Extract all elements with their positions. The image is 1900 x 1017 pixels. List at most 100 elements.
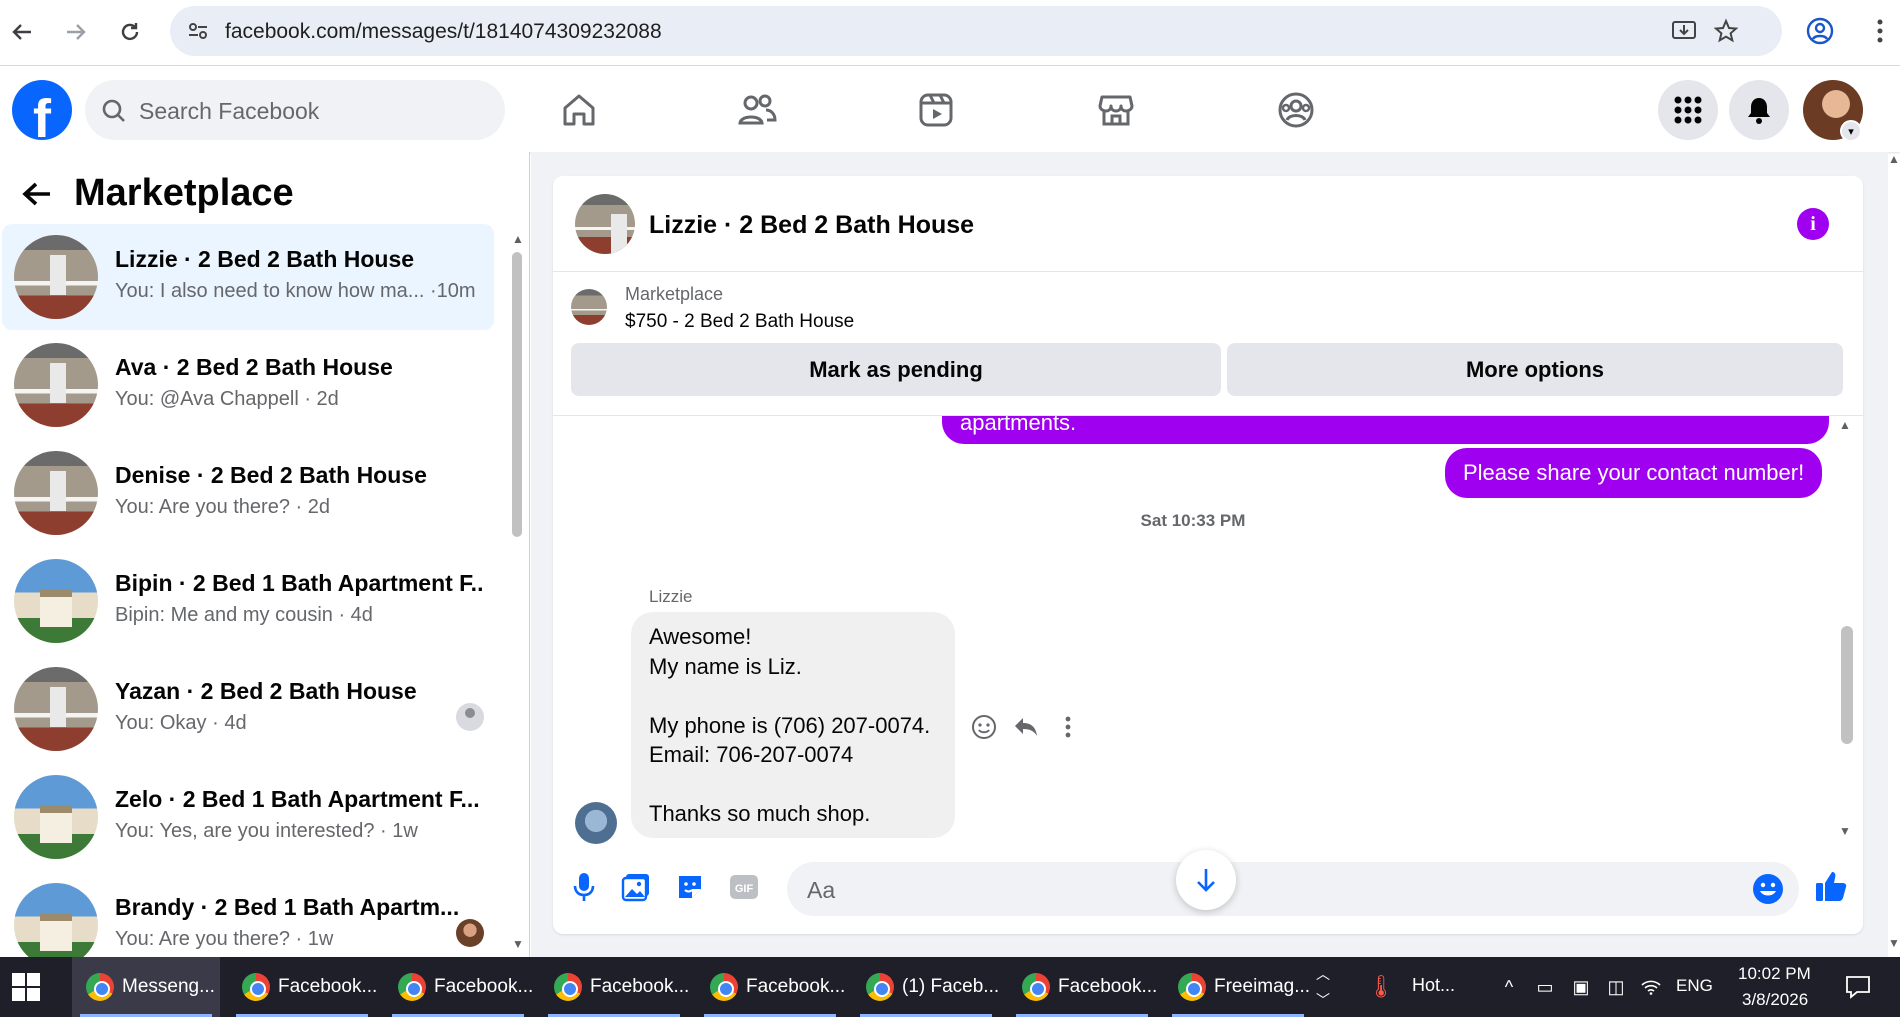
- friends-tab[interactable]: [731, 84, 783, 136]
- chrome-icon: [710, 973, 738, 1001]
- message-input[interactable]: Aa: [787, 862, 1799, 916]
- windows-start-icon[interactable]: [10, 971, 42, 1003]
- conversation-item[interactable]: Yazan · 2 Bed 2 Bath House You: Okay · 4…: [2, 656, 494, 762]
- sidebar-scrollbar[interactable]: [512, 252, 522, 537]
- conversation-snippet: You: Yes, are you interested? · 1w: [115, 820, 418, 842]
- listing-thumbnail: [14, 667, 98, 751]
- chat-title[interactable]: Lizzie · 2 Bed 2 Bath House: [649, 211, 974, 240]
- react-emoji-icon[interactable]: [969, 712, 999, 742]
- conversation-item[interactable]: Brandy · 2 Bed 1 Bath Apartm... You: Are…: [2, 872, 494, 957]
- info-icon[interactable]: i: [1797, 208, 1829, 240]
- outgoing-message[interactable]: Please share your contact number!: [1445, 448, 1823, 498]
- chrome-icon: [1022, 973, 1050, 1001]
- windows-taskbar: Messeng... Facebook... Facebook... Faceb…: [0, 957, 1900, 1017]
- marketplace-tab[interactable]: [1090, 84, 1142, 136]
- scroll-up-arrow-icon[interactable]: ▲: [512, 232, 524, 246]
- chat-avatar[interactable]: [575, 194, 635, 254]
- taskbar-app[interactable]: Facebook...: [1008, 957, 1157, 1017]
- like-thumb-icon[interactable]: [1811, 866, 1851, 906]
- chrome-icon: [866, 973, 894, 1001]
- groups-tab[interactable]: [1270, 84, 1322, 136]
- home-tab[interactable]: [553, 84, 605, 136]
- groups-icon: [1278, 92, 1314, 128]
- scroll-down-arrow-icon[interactable]: ▼: [1839, 824, 1851, 838]
- conversation-item[interactable]: Denise · 2 Bed 2 Bath House You: Are you…: [2, 440, 494, 546]
- more-actions-icon[interactable]: [1053, 712, 1083, 742]
- microphone-icon[interactable]: [567, 870, 601, 904]
- bookmark-star-icon[interactable]: [1712, 17, 1740, 45]
- incoming-message[interactable]: Awesome! My name is Liz. My phone is (70…: [631, 612, 955, 838]
- clock-date[interactable]: 3/8/2026: [1742, 990, 1808, 1010]
- photo-icon[interactable]: [619, 870, 653, 904]
- facebook-logo[interactable]: f: [12, 80, 72, 140]
- conversation-snippet: You: Are you there? · 1w: [115, 928, 334, 950]
- conversation-snippet: You: Okay · 4d: [115, 712, 247, 734]
- conversation-item[interactable]: Zelo · 2 Bed 1 Bath Apartment F... You: …: [2, 764, 494, 870]
- notification-center-icon[interactable]: [1844, 973, 1872, 1001]
- scroll-up-arrow-icon[interactable]: ▲: [1839, 418, 1851, 432]
- show-hidden-icons-icon[interactable]: ^: [1498, 976, 1520, 998]
- browser-menu-icon[interactable]: [1866, 17, 1894, 45]
- weather-text[interactable]: Hot...: [1412, 975, 1455, 996]
- language-indicator[interactable]: ENG: [1676, 976, 1713, 996]
- sticker-icon[interactable]: [673, 870, 707, 904]
- gif-icon[interactable]: GIF: [727, 870, 761, 904]
- listing-title[interactable]: $750 - 2 Bed 2 Bath House: [625, 311, 854, 333]
- outgoing-message[interactable]: apartments.: [942, 416, 1829, 444]
- back-icon[interactable]: [4, 14, 40, 50]
- reload-icon[interactable]: [112, 14, 148, 50]
- sender-avatar[interactable]: [575, 802, 617, 844]
- chrome-icon: [86, 973, 114, 1001]
- scroll-to-bottom-button[interactable]: [1176, 850, 1236, 910]
- wifi-icon[interactable]: [1640, 976, 1662, 998]
- chrome-icon: [398, 973, 426, 1001]
- more-options-button[interactable]: More options: [1227, 343, 1843, 396]
- chat-panel: Lizzie · 2 Bed 2 Bath House i Marketplac…: [553, 176, 1863, 934]
- conversation-item[interactable]: Ava · 2 Bed 2 Bath House You: @Ava Chapp…: [2, 332, 494, 438]
- mark-as-pending-button[interactable]: Mark as pending: [571, 343, 1221, 396]
- profile-icon[interactable]: [1806, 17, 1834, 45]
- install-app-icon[interactable]: [1670, 17, 1698, 45]
- camera-icon[interactable]: ▣: [1570, 976, 1592, 998]
- taskbar-app[interactable]: Freeimag...: [1164, 957, 1312, 1017]
- battery-icon[interactable]: ▭: [1534, 976, 1556, 998]
- taskbar-app[interactable]: Facebook...: [228, 957, 377, 1017]
- scroll-down-arrow-icon[interactable]: ▼: [1888, 936, 1900, 950]
- video-tab[interactable]: [910, 84, 962, 136]
- conversation-name: Lizzie · 2 Bed 2 Bath House: [115, 246, 415, 272]
- facebook-top-nav: f Search Facebook ▾: [0, 66, 1900, 152]
- forward-icon[interactable]: [58, 14, 94, 50]
- clock-time[interactable]: 10:02 PM: [1738, 964, 1811, 984]
- taskbar-app-label: Messeng...: [122, 976, 215, 997]
- conversation-item[interactable]: Lizzie · 2 Bed 2 Bath House You: I also …: [2, 224, 494, 330]
- message-timestamp: Sat 10:33 PM: [1140, 511, 1246, 530]
- taskbar-scroll-icon[interactable]: ︿: [1312, 963, 1334, 985]
- search-input[interactable]: Search Facebook: [85, 80, 505, 140]
- scroll-down-arrow-icon[interactable]: ▼: [512, 937, 524, 951]
- sender-name: Lizzie: [649, 587, 693, 606]
- chevron-down-icon[interactable]: ▾: [1840, 120, 1862, 142]
- taskbar-app[interactable]: Messeng...: [72, 957, 220, 1017]
- notifications-button[interactable]: [1729, 80, 1789, 140]
- listing-thumbnail: [14, 451, 98, 535]
- listing-thumbnail[interactable]: [571, 289, 607, 325]
- conversation-name: Denise · 2 Bed 2 Bath House: [115, 462, 427, 488]
- page-scrollbar[interactable]: ▲ ▼: [1888, 152, 1900, 952]
- address-bar[interactable]: facebook.com/messages/t/1814074309232088: [170, 6, 1782, 56]
- chat-scrollbar[interactable]: [1841, 626, 1853, 744]
- conversation-item[interactable]: Bipin · 2 Bed 1 Bath Apartment F... Bipi…: [2, 548, 494, 654]
- emoji-icon[interactable]: [1751, 872, 1785, 906]
- display-icon[interactable]: ◫: [1605, 976, 1627, 998]
- listing-thumbnail: [14, 883, 98, 957]
- taskbar-app[interactable]: Facebook...: [696, 957, 845, 1017]
- reply-icon[interactable]: [1011, 712, 1041, 742]
- scroll-up-arrow-icon[interactable]: ▲: [1888, 152, 1900, 166]
- back-arrow-icon[interactable]: [20, 177, 54, 211]
- listing-thumbnail: [14, 235, 98, 319]
- site-info-icon[interactable]: [186, 19, 210, 43]
- menu-button[interactable]: [1658, 80, 1718, 140]
- taskbar-app[interactable]: (1) Faceb...: [852, 957, 1000, 1017]
- taskbar-app[interactable]: Facebook...: [540, 957, 689, 1017]
- taskbar-scroll-icon[interactable]: ﹀: [1312, 989, 1334, 1011]
- taskbar-app[interactable]: Facebook...: [384, 957, 533, 1017]
